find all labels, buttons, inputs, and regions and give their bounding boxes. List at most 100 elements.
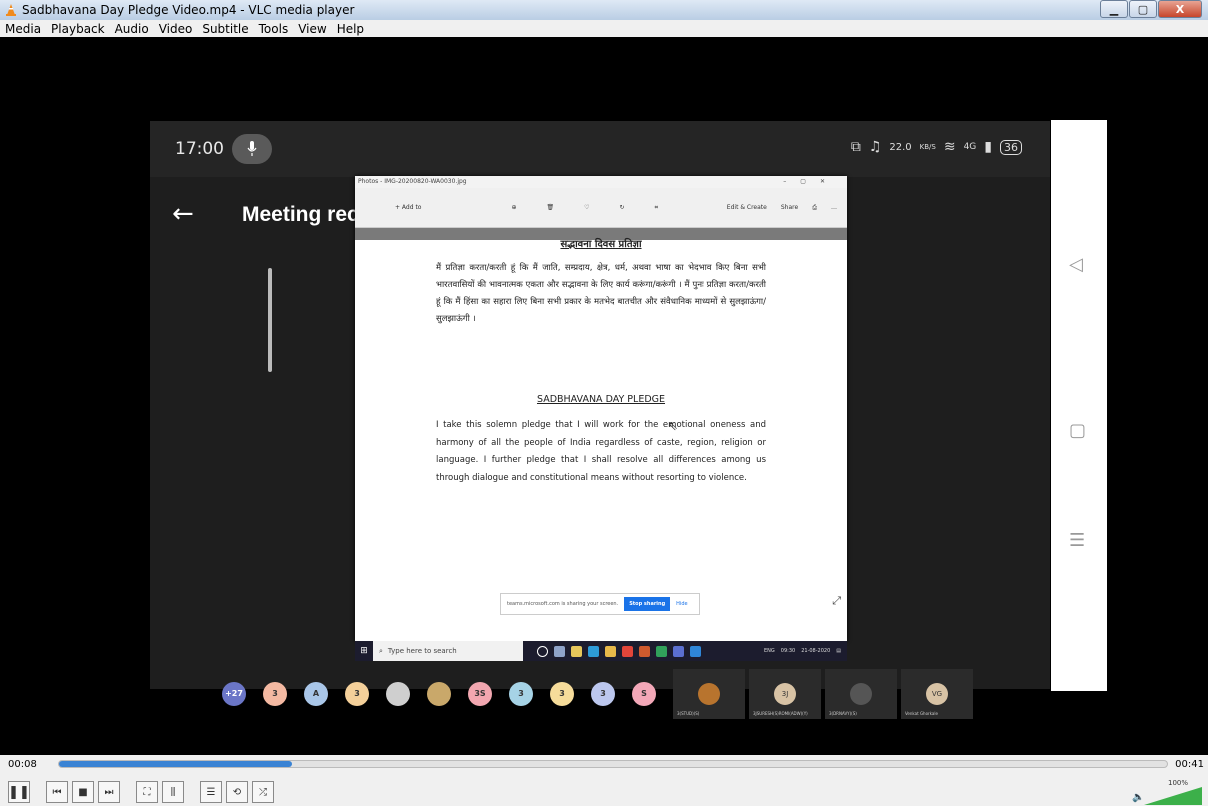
more-icon[interactable]: … xyxy=(831,204,837,212)
participant-name: 3(STUD)(S) xyxy=(677,710,700,716)
mouse-cursor-icon: ⇖ xyxy=(668,419,679,433)
phone-nav-bar: ◁ ▢ ☰ xyxy=(1051,120,1107,691)
participant-tile[interactable]: 3(DRNAVY)(S) xyxy=(825,668,897,719)
playlist-button[interactable]: ☰ xyxy=(200,781,222,803)
edge-icon[interactable] xyxy=(588,645,599,657)
app-icon[interactable] xyxy=(673,645,684,657)
app-icon[interactable] xyxy=(656,645,667,657)
participant-photo xyxy=(850,682,872,705)
photos-toolbar: + Add to ⊕ 🗑 ♡ ↻ ⌗ Edit & Create Share ⎙… xyxy=(355,188,847,228)
network-type: 4G xyxy=(963,142,977,152)
app-icon[interactable] xyxy=(639,645,650,657)
minimize-button[interactable]: ▁ xyxy=(1100,0,1128,18)
shuffle-button[interactable]: ⤮ xyxy=(252,781,274,803)
menu-media[interactable]: Media xyxy=(0,22,46,36)
close-button[interactable]: X xyxy=(1158,0,1202,18)
expand-icon[interactable]: ⤢ xyxy=(832,594,841,608)
back-arrow-icon[interactable]: ← xyxy=(172,199,194,229)
stop-sharing-button[interactable]: Stop sharing xyxy=(624,597,671,611)
control-spacer xyxy=(188,781,196,803)
task-view-icon[interactable] xyxy=(554,645,565,657)
window-title: Sadbhavana Day Pledge Video.mp4 - VLC me… xyxy=(22,3,355,17)
vlc-window: Sadbhavana Day Pledge Video.mp4 - VLC me… xyxy=(0,0,1208,806)
participant-tile[interactable]: VG Venkat Ghorkale xyxy=(901,668,973,719)
elapsed-time: 00:08 xyxy=(8,759,37,770)
control-spacer xyxy=(124,781,132,803)
delete-icon[interactable]: 🗑 xyxy=(547,204,555,211)
participant-avatar[interactable]: 3S xyxy=(468,681,492,706)
volume-control[interactable]: 100% 🔈 xyxy=(1132,779,1202,805)
add-to-button[interactable]: + Add to xyxy=(395,204,421,211)
taskbar-apps xyxy=(537,645,701,657)
stop-button[interactable]: ■ xyxy=(72,781,94,803)
menu-video[interactable]: Video xyxy=(154,22,198,36)
volume-slider[interactable] xyxy=(1144,787,1202,805)
control-spacer xyxy=(34,781,42,803)
cortana-icon[interactable] xyxy=(537,645,548,657)
system-icons: ⧉ ♫ 22.0 KB/S ≋ 4G ▮ 36 xyxy=(851,139,1022,155)
store-icon[interactable] xyxy=(571,645,582,657)
hide-button[interactable]: Hide xyxy=(676,601,687,607)
extended-settings-button[interactable]: ⫼ xyxy=(162,781,184,803)
signal-icon: ▮ xyxy=(984,139,992,155)
participant-initials: VG xyxy=(926,682,948,705)
notification-icon[interactable]: ▤ xyxy=(836,648,841,654)
windows-start-icon[interactable]: ⊞ xyxy=(355,646,373,656)
maximize-icon: ▢ xyxy=(1137,2,1149,16)
lang-indicator: ENG xyxy=(764,648,775,654)
participant-avatar[interactable]: 3 xyxy=(345,681,369,706)
share-button[interactable]: Share xyxy=(781,204,798,212)
menu-help[interactable]: Help xyxy=(332,22,369,36)
participant-avatar[interactable]: 3 xyxy=(550,681,574,706)
search-icon: ⌕ xyxy=(379,646,383,655)
participant-avatar[interactable] xyxy=(427,681,451,706)
shared-screen: Photos - IMG-20200820-WA0030.jpg –▢✕ + A… xyxy=(355,176,847,641)
previous-button[interactable]: ⏮ xyxy=(46,781,68,803)
files-icon[interactable] xyxy=(605,645,616,657)
participant-avatar[interactable]: A xyxy=(304,681,328,706)
nav-menu-icon[interactable]: ☰ xyxy=(1069,530,1085,551)
nav-back-icon[interactable]: ◁ xyxy=(1069,254,1083,275)
screen-share-notice: teams.microsoft.com is sharing your scre… xyxy=(500,593,700,615)
battery-level: 36 xyxy=(1000,139,1022,155)
participant-tile[interactable]: 3J 3JSURESH(S)ROMI(ADW)(Y) xyxy=(749,668,821,719)
fullscreen-button[interactable]: ⛶ xyxy=(136,781,158,803)
maximize-button[interactable]: ▢ xyxy=(1129,0,1157,18)
menu-view[interactable]: View xyxy=(293,22,331,36)
participant-avatar[interactable] xyxy=(386,681,410,706)
taskbar-search[interactable]: ⌕ Type here to search xyxy=(373,641,523,661)
next-button[interactable]: ⏭ xyxy=(98,781,120,803)
menu-tools[interactable]: Tools xyxy=(254,22,294,36)
chrome-icon[interactable] xyxy=(622,645,633,657)
menu-subtitle[interactable]: Subtitle xyxy=(197,22,253,36)
seek-bar[interactable] xyxy=(58,760,1168,768)
pause-button[interactable]: ❚❚ xyxy=(8,781,30,803)
photos-app-icon[interactable] xyxy=(690,645,701,657)
loop-button[interactable]: ⟲ xyxy=(226,781,248,803)
menu-bar: Media Playback Audio Video Subtitle Tool… xyxy=(0,20,1208,37)
mic-icon xyxy=(232,134,272,164)
participant-avatar[interactable]: 3 xyxy=(263,681,287,706)
participant-tile[interactable]: 3(STUD)(S) xyxy=(673,668,745,719)
rotate-icon[interactable]: ↻ xyxy=(620,204,625,211)
participant-avatar[interactable]: +27 xyxy=(222,681,246,706)
nav-home-icon[interactable]: ▢ xyxy=(1069,420,1086,441)
print-icon[interactable]: ⎙ xyxy=(812,204,817,212)
menu-audio[interactable]: Audio xyxy=(110,22,154,36)
video-area[interactable]: 17:00 ⧉ ♫ 22.0 KB/S ≋ 4G ▮ 36 ← Meeting … xyxy=(0,37,1208,755)
photos-titlebar: Photos - IMG-20200820-WA0030.jpg –▢✕ xyxy=(355,176,847,188)
edit-create-button[interactable]: Edit & Create xyxy=(727,204,767,212)
cast-icon: ⧉ xyxy=(850,139,861,155)
participant-avatar[interactable]: 3 xyxy=(509,681,533,706)
participant-avatar[interactable]: 3 xyxy=(591,681,615,706)
favorite-icon[interactable]: ♡ xyxy=(584,204,589,211)
title-bar[interactable]: Sadbhavana Day Pledge Video.mp4 - VLC me… xyxy=(0,0,1208,20)
phone-clock: 17:00 xyxy=(175,139,224,159)
taskbar-search-text: Type here to search xyxy=(387,647,457,655)
participant-avatar[interactable]: S xyxy=(632,681,656,706)
speed-unit: KB/S xyxy=(919,143,936,151)
speaker-icon[interactable]: 🔈 xyxy=(1132,792,1144,803)
menu-playback[interactable]: Playback xyxy=(46,22,110,36)
zoom-icon[interactable]: ⊕ xyxy=(511,204,516,211)
crop-icon[interactable]: ⌗ xyxy=(655,204,658,212)
